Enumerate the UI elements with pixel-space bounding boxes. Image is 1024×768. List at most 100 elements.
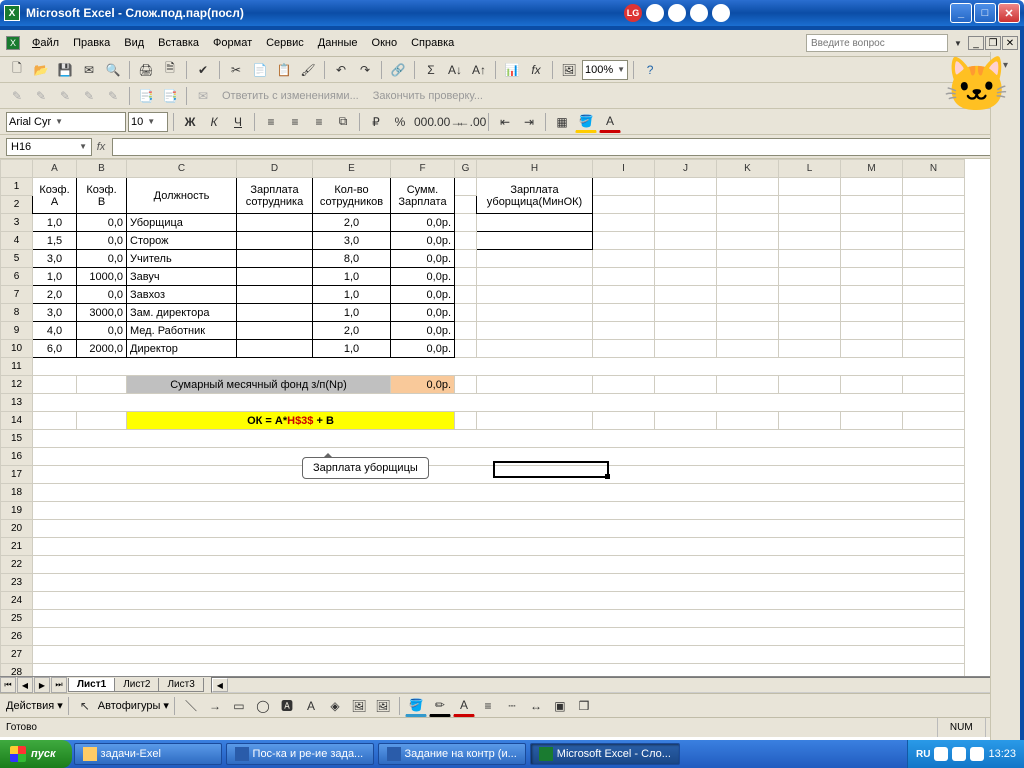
summary-label-cell[interactable]: Сумарный месячный фонд з/п(Nр): [127, 376, 391, 394]
rev-icon[interactable]: ✎: [54, 85, 76, 107]
select-all-corner[interactable]: [1, 160, 33, 178]
line-color-icon[interactable]: ✏: [429, 695, 451, 717]
doc-close-button[interactable]: ✕: [1002, 36, 1018, 50]
helpbox-dropdown-icon[interactable]: ▼: [952, 32, 964, 54]
new-icon[interactable]: 🗋: [6, 59, 28, 81]
row-header[interactable]: 9: [1, 322, 33, 340]
undo-icon[interactable]: ↶: [330, 59, 352, 81]
row-header[interactable]: 12: [1, 376, 33, 394]
row-header[interactable]: 4: [1, 232, 33, 250]
cell[interactable]: Сумм.Зарплата: [391, 178, 455, 214]
doc-minimize-button[interactable]: _: [968, 36, 984, 50]
sheet-tab-1[interactable]: Лист1: [68, 678, 115, 692]
col-header[interactable]: H: [477, 160, 593, 178]
col-header[interactable]: E: [313, 160, 391, 178]
comment-callout[interactable]: Зарплата уборщицы: [302, 457, 429, 479]
bold-icon[interactable]: Ж: [179, 111, 201, 133]
col-header[interactable]: M: [841, 160, 903, 178]
dash-style-icon[interactable]: ┄: [501, 695, 523, 717]
col-header[interactable]: J: [655, 160, 717, 178]
textbox-icon[interactable]: 🅰: [276, 695, 298, 717]
horizontal-scrollbar[interactable]: ◀ ▶: [211, 677, 1007, 693]
menu-edit[interactable]: Правка: [67, 35, 116, 51]
col-header[interactable]: C: [127, 160, 237, 178]
chart-wizard-icon[interactable]: 📊: [501, 59, 523, 81]
arrow-icon[interactable]: →: [204, 695, 226, 717]
help-search-input[interactable]: [806, 34, 948, 52]
row-header[interactable]: 17: [1, 466, 33, 484]
sort-desc-icon[interactable]: A↑: [468, 59, 490, 81]
tab-prev-icon[interactable]: ◀: [17, 677, 33, 693]
menu-insert[interactable]: Вставка: [152, 35, 205, 51]
oval-icon[interactable]: ◯: [252, 695, 274, 717]
reply-changes-button[interactable]: Ответить с изменениями...: [216, 90, 365, 102]
rect-icon[interactable]: ▭: [228, 695, 250, 717]
col-header[interactable]: A: [33, 160, 77, 178]
name-box[interactable]: H16▼: [6, 138, 92, 156]
arrow-style-icon[interactable]: ↔: [525, 695, 547, 717]
taskbar-item[interactable]: Задание на контр (и...: [378, 743, 526, 765]
language-indicator[interactable]: RU: [916, 749, 930, 760]
row-header[interactable]: 10: [1, 340, 33, 358]
cell[interactable]: Коэф.A: [33, 178, 77, 214]
window-maximize-button[interactable]: □: [974, 3, 996, 23]
rev-track-icon[interactable]: 📑: [159, 85, 181, 107]
font-size-combo[interactable]: 10▼: [128, 112, 168, 132]
row-header[interactable]: 26: [1, 628, 33, 646]
format-painter-icon[interactable]: 🖌: [297, 59, 319, 81]
align-right-icon[interactable]: ≡: [308, 111, 330, 133]
col-header[interactable]: G: [455, 160, 477, 178]
menu-tools[interactable]: Сервис: [260, 35, 310, 51]
row-header[interactable]: 13: [1, 394, 33, 412]
fx-label-icon[interactable]: fx: [92, 141, 110, 153]
start-button[interactable]: пуск: [0, 740, 72, 768]
copy-icon[interactable]: 📄: [249, 59, 271, 81]
row-header[interactable]: 20: [1, 520, 33, 538]
font-color-icon[interactable]: A: [453, 695, 475, 717]
cut-icon[interactable]: ✂: [225, 59, 247, 81]
row-header[interactable]: 15: [1, 430, 33, 448]
clock[interactable]: 13:23: [988, 748, 1016, 760]
cell[interactable]: Должность: [127, 178, 237, 214]
col-header[interactable]: N: [903, 160, 965, 178]
diagram-icon[interactable]: ◈: [324, 695, 346, 717]
save-icon[interactable]: 💾: [54, 59, 76, 81]
row-header[interactable]: 5: [1, 250, 33, 268]
help-icon[interactable]: ?: [639, 59, 661, 81]
rev-msg-icon[interactable]: ✉: [192, 85, 214, 107]
row-header[interactable]: 25: [1, 610, 33, 628]
zoom-combo[interactable]: 100%▼: [582, 60, 628, 80]
sheet-tab-3[interactable]: Лист3: [158, 678, 203, 692]
line-icon[interactable]: ＼: [180, 695, 202, 717]
tray-icon[interactable]: [934, 747, 948, 761]
tab-next-icon[interactable]: ▶: [34, 677, 50, 693]
decrease-indent-icon[interactable]: ⇤: [494, 111, 516, 133]
drawing-icon[interactable]: 🖼: [558, 59, 580, 81]
tray-icon[interactable]: [952, 747, 966, 761]
taskbar-item[interactable]: Пос-ка и ре-ие зада...: [226, 743, 374, 765]
row-header[interactable]: 11: [1, 358, 33, 376]
rev-track-icon[interactable]: 📑: [135, 85, 157, 107]
clipart-icon[interactable]: 🖼: [348, 695, 370, 717]
paste-icon[interactable]: 📋: [273, 59, 295, 81]
row-header[interactable]: 22: [1, 556, 33, 574]
3d-icon[interactable]: ❒: [573, 695, 595, 717]
rev-icon[interactable]: ✎: [30, 85, 52, 107]
row-header[interactable]: 16: [1, 448, 33, 466]
row-header[interactable]: 24: [1, 592, 33, 610]
menu-window[interactable]: Окно: [366, 35, 404, 51]
window-close-button[interactable]: ✕: [998, 3, 1020, 23]
print-icon[interactable]: 🖨: [135, 59, 157, 81]
menu-format[interactable]: Формат: [207, 35, 258, 51]
font-name-combo[interactable]: Arial Cyr▼: [6, 112, 126, 132]
summary-val-cell[interactable]: 0,0р.: [391, 376, 455, 394]
hyperlink-icon[interactable]: 🔗: [387, 59, 409, 81]
row-header[interactable]: 23: [1, 574, 33, 592]
row-header[interactable]: 2: [1, 196, 33, 214]
search-icon[interactable]: 🔍: [102, 59, 124, 81]
col-header[interactable]: B: [77, 160, 127, 178]
row-header[interactable]: 21: [1, 538, 33, 556]
rev-icon[interactable]: ✎: [102, 85, 124, 107]
menu-view[interactable]: Вид: [118, 35, 150, 51]
tab-last-icon[interactable]: ⏭: [51, 677, 67, 693]
